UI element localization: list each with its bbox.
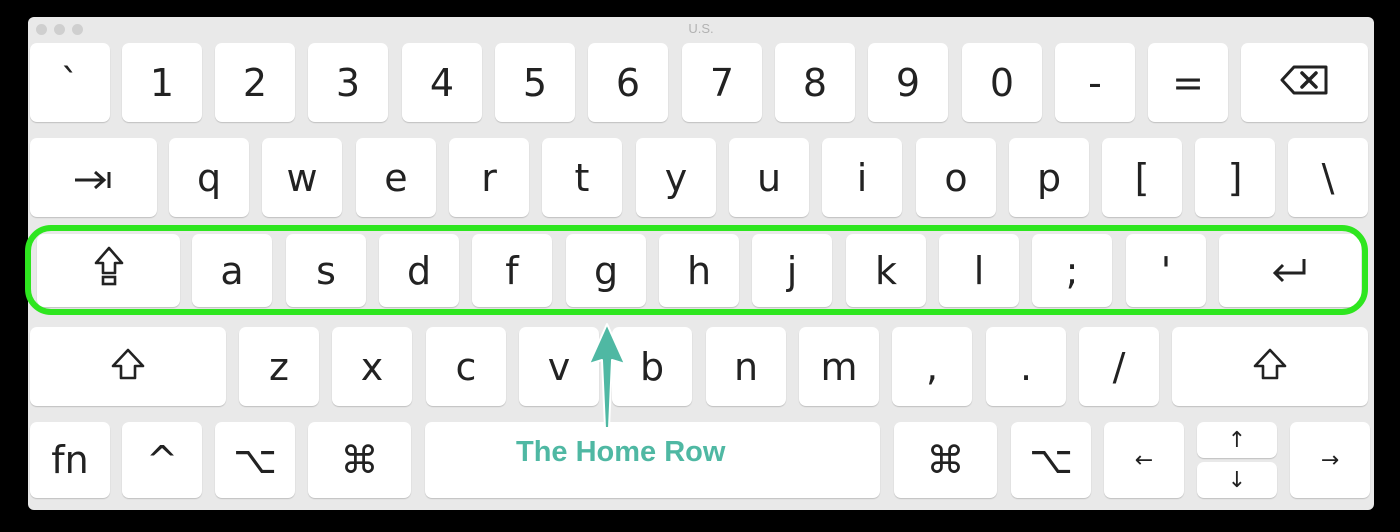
- key-right-shift[interactable]: [1172, 327, 1368, 406]
- key-fn[interactable]: fn: [30, 422, 110, 498]
- key-5[interactable]: 5: [495, 43, 575, 122]
- key-backslash[interactable]: \: [1288, 138, 1368, 217]
- key-x[interactable]: x: [332, 327, 412, 406]
- key-equals[interactable]: =: [1148, 43, 1228, 122]
- key-backtick[interactable]: `: [30, 43, 110, 122]
- key-left-command[interactable]: ⌘: [308, 422, 411, 498]
- key-return[interactable]: [1219, 234, 1361, 307]
- key-control[interactable]: ^: [122, 422, 202, 498]
- caps-lock-icon: [94, 246, 124, 295]
- key-c[interactable]: c: [426, 327, 506, 406]
- key-i[interactable]: i: [822, 138, 902, 217]
- key-j[interactable]: j: [752, 234, 832, 307]
- key-quote[interactable]: ': [1126, 234, 1206, 307]
- key-9[interactable]: 9: [868, 43, 948, 122]
- key-right-arrow[interactable]: →: [1290, 422, 1370, 498]
- key-comma[interactable]: ,: [892, 327, 972, 406]
- key-k[interactable]: k: [846, 234, 926, 307]
- key-e[interactable]: e: [356, 138, 436, 217]
- key-1[interactable]: 1: [122, 43, 202, 122]
- key-o[interactable]: o: [916, 138, 996, 217]
- key-8[interactable]: 8: [775, 43, 855, 122]
- key-q[interactable]: q: [169, 138, 249, 217]
- key-tab[interactable]: [30, 138, 157, 217]
- key-z[interactable]: z: [239, 327, 319, 406]
- key-l[interactable]: l: [939, 234, 1019, 307]
- key-b[interactable]: b: [612, 327, 692, 406]
- key-r[interactable]: r: [449, 138, 529, 217]
- key-left-shift[interactable]: [30, 327, 226, 406]
- key-6[interactable]: 6: [588, 43, 668, 122]
- titlebar: U.S.: [28, 17, 1374, 39]
- key-p[interactable]: p: [1009, 138, 1089, 217]
- key-u[interactable]: u: [729, 138, 809, 217]
- key-left-bracket[interactable]: [: [1102, 138, 1182, 217]
- delete-icon: [1280, 61, 1330, 105]
- key-period[interactable]: .: [986, 327, 1066, 406]
- shift-icon: [1253, 345, 1287, 389]
- key-4[interactable]: 4: [402, 43, 482, 122]
- key-g[interactable]: g: [566, 234, 646, 307]
- home-row-annotation: The Home Row: [516, 436, 726, 468]
- shift-icon: [111, 345, 145, 389]
- key-right-command[interactable]: ⌘: [894, 422, 997, 498]
- key-a[interactable]: a: [192, 234, 272, 307]
- key-minus[interactable]: -: [1055, 43, 1135, 122]
- key-h[interactable]: h: [659, 234, 739, 307]
- key-s[interactable]: s: [286, 234, 366, 307]
- key-delete[interactable]: [1241, 43, 1368, 122]
- key-3[interactable]: 3: [308, 43, 388, 122]
- key-caps-lock[interactable]: [37, 234, 180, 307]
- key-m[interactable]: m: [799, 327, 879, 406]
- return-icon: [1270, 249, 1310, 293]
- key-right-option[interactable]: ⌥: [1011, 422, 1091, 498]
- key-0[interactable]: 0: [962, 43, 1042, 122]
- key-2[interactable]: 2: [215, 43, 295, 122]
- key-up-arrow[interactable]: ↑: [1197, 422, 1277, 458]
- key-semicolon[interactable]: ;: [1032, 234, 1112, 307]
- key-slash[interactable]: /: [1079, 327, 1159, 406]
- tab-icon: [73, 156, 115, 200]
- key-d[interactable]: d: [379, 234, 459, 307]
- key-left-option[interactable]: ⌥: [215, 422, 295, 498]
- key-f[interactable]: f: [472, 234, 552, 307]
- window-title: U.S.: [688, 21, 714, 36]
- key-7[interactable]: 7: [682, 43, 762, 122]
- key-n[interactable]: n: [706, 327, 786, 406]
- key-down-arrow[interactable]: ↓: [1197, 462, 1277, 498]
- key-y[interactable]: y: [636, 138, 716, 217]
- key-w[interactable]: w: [262, 138, 342, 217]
- key-right-bracket[interactable]: ]: [1195, 138, 1275, 217]
- key-v[interactable]: v: [519, 327, 599, 406]
- key-left-arrow[interactable]: ←: [1104, 422, 1184, 498]
- key-t[interactable]: t: [542, 138, 622, 217]
